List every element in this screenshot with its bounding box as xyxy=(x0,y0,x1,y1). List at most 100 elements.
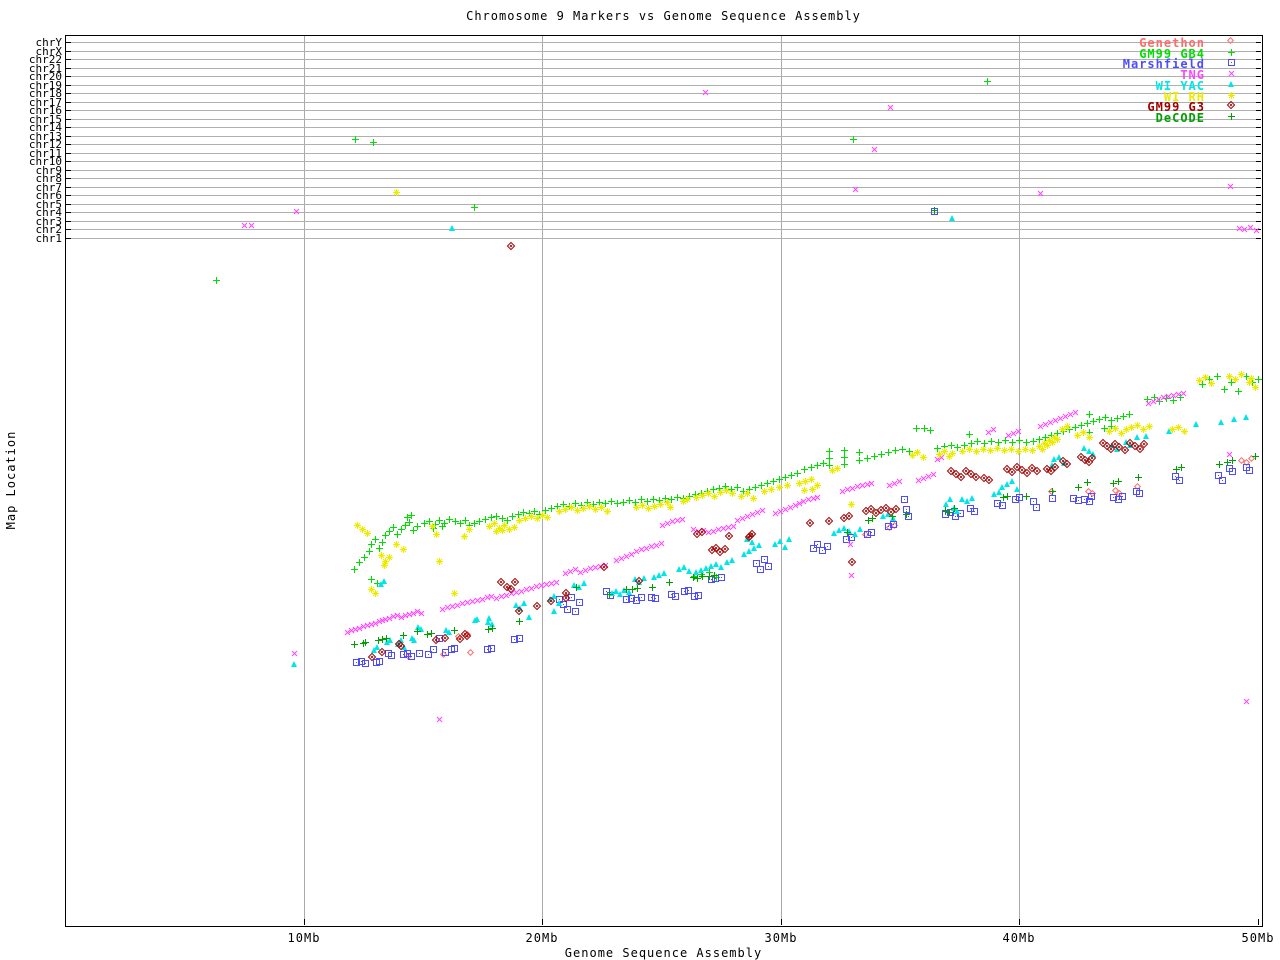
chrom-tick-right xyxy=(1256,76,1261,77)
chrom-tick-left xyxy=(66,229,71,230)
scatter-point xyxy=(449,225,455,231)
chrom-tick-right xyxy=(1256,204,1261,205)
chrom-tick-right xyxy=(1256,136,1261,137)
scatter-point xyxy=(1193,421,1199,427)
scatter-point xyxy=(1176,477,1183,484)
scatter-point xyxy=(856,449,863,456)
triangle-icon xyxy=(1228,81,1234,87)
chart-screenshot: Chromosome 9 Markers vs Genome Sequence … xyxy=(0,0,1280,960)
chrom-tick-right xyxy=(1256,212,1261,213)
plus-icon xyxy=(1228,49,1235,56)
chrom-tick-left xyxy=(66,93,71,94)
scatter-point xyxy=(416,650,423,657)
chart-title: Chromosome 9 Markers vs Genome Sequence … xyxy=(65,9,1262,23)
scatter-point xyxy=(1088,493,1095,500)
scatter-point xyxy=(1136,490,1143,497)
chrom-tick-left xyxy=(66,68,71,69)
chrom-tick-right xyxy=(1256,59,1261,60)
scatter-point xyxy=(451,590,458,597)
chromosome-line xyxy=(66,161,1261,162)
scatter-point xyxy=(1214,373,1221,380)
scatter-point xyxy=(516,635,523,642)
scatter-point xyxy=(695,592,702,599)
chrom-tick-right xyxy=(1256,127,1261,128)
scatter-point xyxy=(351,566,358,573)
chrom-tick-right xyxy=(1256,85,1261,86)
scatter-point xyxy=(949,450,956,457)
scatter-point xyxy=(488,645,495,652)
scatter-point xyxy=(1218,419,1224,425)
scatter-point xyxy=(474,616,480,622)
scatter-point xyxy=(794,470,801,477)
scatter-point xyxy=(801,487,808,494)
scatter-point xyxy=(786,536,792,542)
scatter-point xyxy=(451,645,458,652)
x-tick-label: 20Mb xyxy=(512,931,572,945)
scatter-point xyxy=(857,526,863,532)
scatter-point xyxy=(213,277,220,284)
scatter-point xyxy=(841,447,848,454)
chromosome-label: chr1 xyxy=(0,234,62,243)
x-tick-label: 40Mb xyxy=(989,931,1049,945)
scatter-point xyxy=(1049,495,1056,502)
scatter-point xyxy=(834,465,841,472)
scatter-point xyxy=(526,614,532,620)
chrom-tick-left xyxy=(66,187,71,188)
chromosome-line xyxy=(66,212,1261,213)
scatter-point xyxy=(1064,423,1071,430)
scatter-point xyxy=(1049,488,1056,495)
chrom-tick-right xyxy=(1256,238,1261,239)
scatter-point xyxy=(511,524,518,531)
chrom-tick-left xyxy=(66,161,71,162)
scatter-point xyxy=(366,548,373,555)
scatter-point xyxy=(814,482,821,489)
scatter-point xyxy=(729,557,735,563)
scatter-point xyxy=(573,584,580,591)
scatter-point xyxy=(984,78,991,85)
scatter-point xyxy=(1243,414,1249,420)
scatter-point xyxy=(1252,453,1259,460)
scatter-point xyxy=(383,635,390,642)
scatter-point xyxy=(362,660,369,667)
scatter-point xyxy=(1016,437,1023,444)
scatter-point xyxy=(364,530,371,537)
scatter-point xyxy=(1238,371,1245,378)
scatter-point xyxy=(372,590,379,597)
chrom-tick-left xyxy=(66,127,71,128)
chrom-tick-right xyxy=(1256,187,1261,188)
chromosome-line xyxy=(66,136,1261,137)
scatter-point xyxy=(1086,434,1093,441)
scatter-point xyxy=(564,606,571,613)
scatter-point xyxy=(1016,494,1023,501)
scatter-point xyxy=(672,593,679,600)
scatter-point xyxy=(406,519,413,526)
x-tick xyxy=(1019,919,1020,925)
chrom-tick-left xyxy=(66,204,71,205)
scatter-point xyxy=(408,512,415,519)
scatter-point xyxy=(372,536,379,543)
scatter-point xyxy=(826,455,833,462)
scatter-point xyxy=(1004,493,1011,500)
scatter-point xyxy=(850,136,857,143)
scatter-point xyxy=(1216,461,1223,468)
scatter-point xyxy=(1255,376,1262,383)
scatter-point xyxy=(999,502,1006,509)
chromosome-line xyxy=(66,195,1261,196)
chrom-tick-right xyxy=(1256,42,1261,43)
scatter-point xyxy=(841,454,848,461)
scatter-point xyxy=(765,563,772,570)
chromosome-line xyxy=(66,127,1261,128)
legend-item-decode: DeCODE xyxy=(1055,111,1205,125)
scatter-point xyxy=(393,189,400,196)
scatter-point xyxy=(362,639,369,646)
scatter-point xyxy=(1075,484,1082,491)
scatter-point xyxy=(864,455,871,462)
asterisk-icon xyxy=(1228,92,1235,99)
scatter-point xyxy=(871,453,878,460)
scatter-point xyxy=(544,514,551,521)
chrom-tick-left xyxy=(66,238,71,239)
scatter-point xyxy=(411,637,417,643)
scatter-point xyxy=(430,646,437,653)
chromosome-line xyxy=(66,170,1261,171)
chrom-tick-left xyxy=(66,110,71,111)
